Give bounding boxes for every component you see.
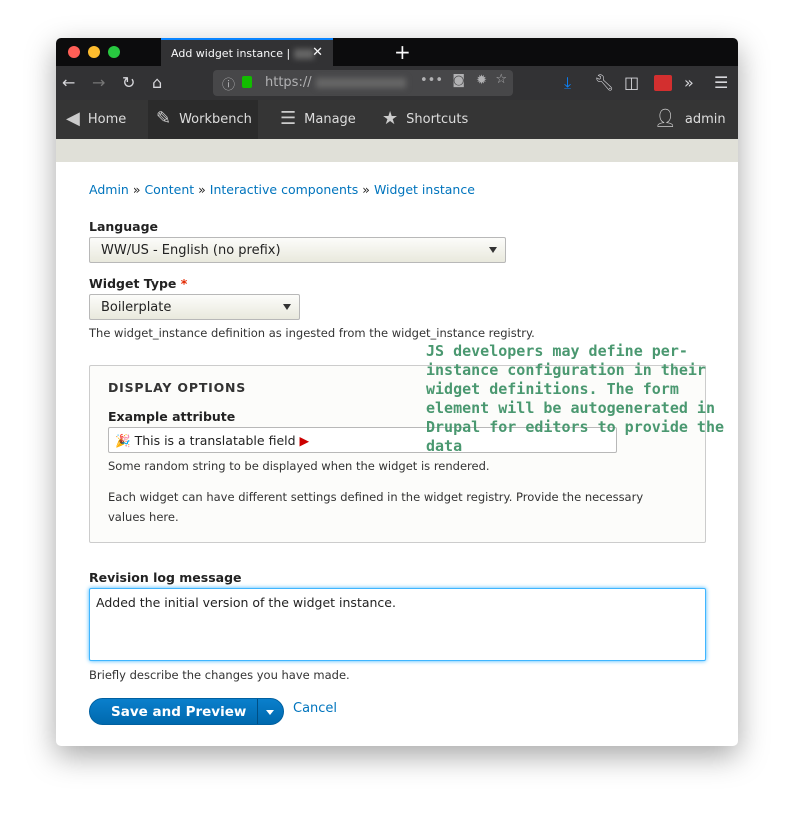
breadcrumb-admin[interactable]: Admin [89, 182, 129, 197]
pencil-icon: ✎ [156, 108, 172, 129]
tab-title: Add widget instance | [171, 47, 291, 60]
url-bar[interactable]: ⓘ https:// ••• ◙ ✹ ☆ [213, 70, 513, 96]
toolbar-shortcuts[interactable]: ★ Shortcuts [382, 100, 468, 139]
example-attribute-value: This is a translatable field [134, 433, 296, 448]
toolbar-home-label: Home [87, 112, 127, 127]
chevron-down-icon [489, 247, 497, 253]
flag-icon: ▶ [299, 433, 310, 448]
star-icon: ★ [382, 108, 399, 129]
close-tab-icon[interactable]: ✕ [312, 45, 323, 60]
download-icon[interactable]: ⤓ [564, 73, 571, 93]
chevron-down-icon [283, 304, 291, 310]
hamburger-icon: ☰ [280, 108, 297, 129]
overflow-icon[interactable]: » [684, 73, 694, 92]
close-window-button[interactable] [68, 46, 80, 58]
widget-type-select[interactable]: Boilerplate [89, 294, 300, 320]
forward-icon[interactable]: → [92, 73, 105, 92]
tab-active[interactable]: Add widget instance | ✕ [161, 38, 333, 66]
breadcrumb-widget-instance[interactable]: Widget instance [374, 182, 475, 197]
user-icon: 👤︎ [654, 108, 677, 129]
language-select[interactable]: WW/US - English (no prefix) [89, 237, 506, 263]
example-attribute-label: Example attribute [108, 409, 236, 424]
breadcrumb-interactive-components[interactable]: Interactive components [210, 182, 359, 197]
toolbar-user-label: admin [684, 112, 726, 127]
toolbar-shortcuts-label: Shortcuts [406, 112, 469, 127]
reload-icon[interactable]: ↻ [122, 73, 135, 92]
revision-log-textarea[interactable]: Added the initial version of the widget … [89, 588, 706, 661]
pocket-icon[interactable]: ◙ [452, 73, 465, 88]
party-icon: 🎉 [115, 433, 131, 448]
menu-icon[interactable]: ☰ [714, 73, 728, 92]
example-attribute-description: Some random string to be displayed when … [108, 459, 490, 473]
settings-description: Each widget can have different settings … [108, 490, 644, 524]
breadcrumb: Admin » Content » Interactive components… [89, 182, 475, 197]
info-icon[interactable]: ⓘ [222, 74, 235, 93]
toolbar-workbench[interactable]: ✎ Workbench [148, 100, 258, 139]
toolbar-manage-label: Manage [304, 112, 356, 127]
more-icon[interactable]: ••• [420, 73, 443, 88]
annotation-text: JS developers may define per-instance co… [426, 342, 725, 455]
nav-bar: ← → ↻ ⌂ ⓘ https:// ••• ◙ ✹ ☆ ⤓ 🔧︎ ◫ » ☰ [56, 66, 738, 100]
browser-window: Add widget instance | ✕ + ← → ↻ ⌂ ⓘ https… [56, 38, 738, 746]
widget-type-description: The widget_instance definition as ingest… [89, 326, 535, 340]
drupal-toolbar: ◀ Home ✎ Workbench ☰ Manage ★ Shortcuts 👤︎ ad… [56, 100, 738, 139]
language-label: Language [89, 219, 159, 234]
back-icon[interactable]: ← [62, 73, 75, 92]
cancel-link[interactable]: Cancel [293, 701, 337, 716]
dropdown-caret-icon[interactable] [266, 710, 274, 715]
language-value: WW/US - English (no prefix) [101, 243, 281, 258]
revision-log-description: Briefly describe the changes you have ma… [89, 668, 350, 682]
toolbar-user[interactable]: 👤︎ admin [654, 100, 726, 139]
save-and-preview-button[interactable]: Save and Preview [89, 698, 284, 725]
maximize-window-button[interactable] [108, 46, 120, 58]
breadcrumb-content[interactable]: Content [144, 182, 194, 197]
widget-type-value: Boilerplate [101, 300, 172, 315]
tray-band [56, 139, 738, 162]
lock-icon [242, 76, 252, 88]
home-circle-icon: ◀ [66, 108, 80, 129]
new-tab-icon[interactable]: + [394, 40, 411, 64]
url-text: https:// [265, 75, 312, 90]
bug-icon[interactable]: ✹ [476, 73, 487, 88]
home-icon[interactable]: ⌂ [152, 73, 162, 92]
toolbar-home[interactable]: ◀ Home [66, 100, 126, 139]
toolbar-workbench-label: Workbench [179, 112, 252, 127]
tab-bar: Add widget instance | ✕ + [56, 38, 738, 66]
divider [257, 699, 258, 724]
required-mark: * [180, 276, 188, 291]
fieldset-title: DISPLAY OPTIONS [108, 380, 247, 395]
widget-type-label: Widget Type * [89, 276, 188, 291]
form: Admin » Content » Interactive components… [89, 162, 724, 746]
minimize-window-button[interactable] [88, 46, 100, 58]
save-label: Save and Preview [111, 704, 247, 720]
toolbar-manage[interactable]: ☰ Manage [280, 100, 356, 139]
wrench-icon[interactable]: 🔧︎ [594, 73, 614, 92]
lastpass-icon[interactable] [654, 75, 672, 91]
sidebar-icon[interactable]: ◫ [624, 73, 639, 92]
revision-log-label: Revision log message [89, 570, 242, 585]
bookmark-star-icon[interactable]: ☆ [495, 72, 507, 87]
